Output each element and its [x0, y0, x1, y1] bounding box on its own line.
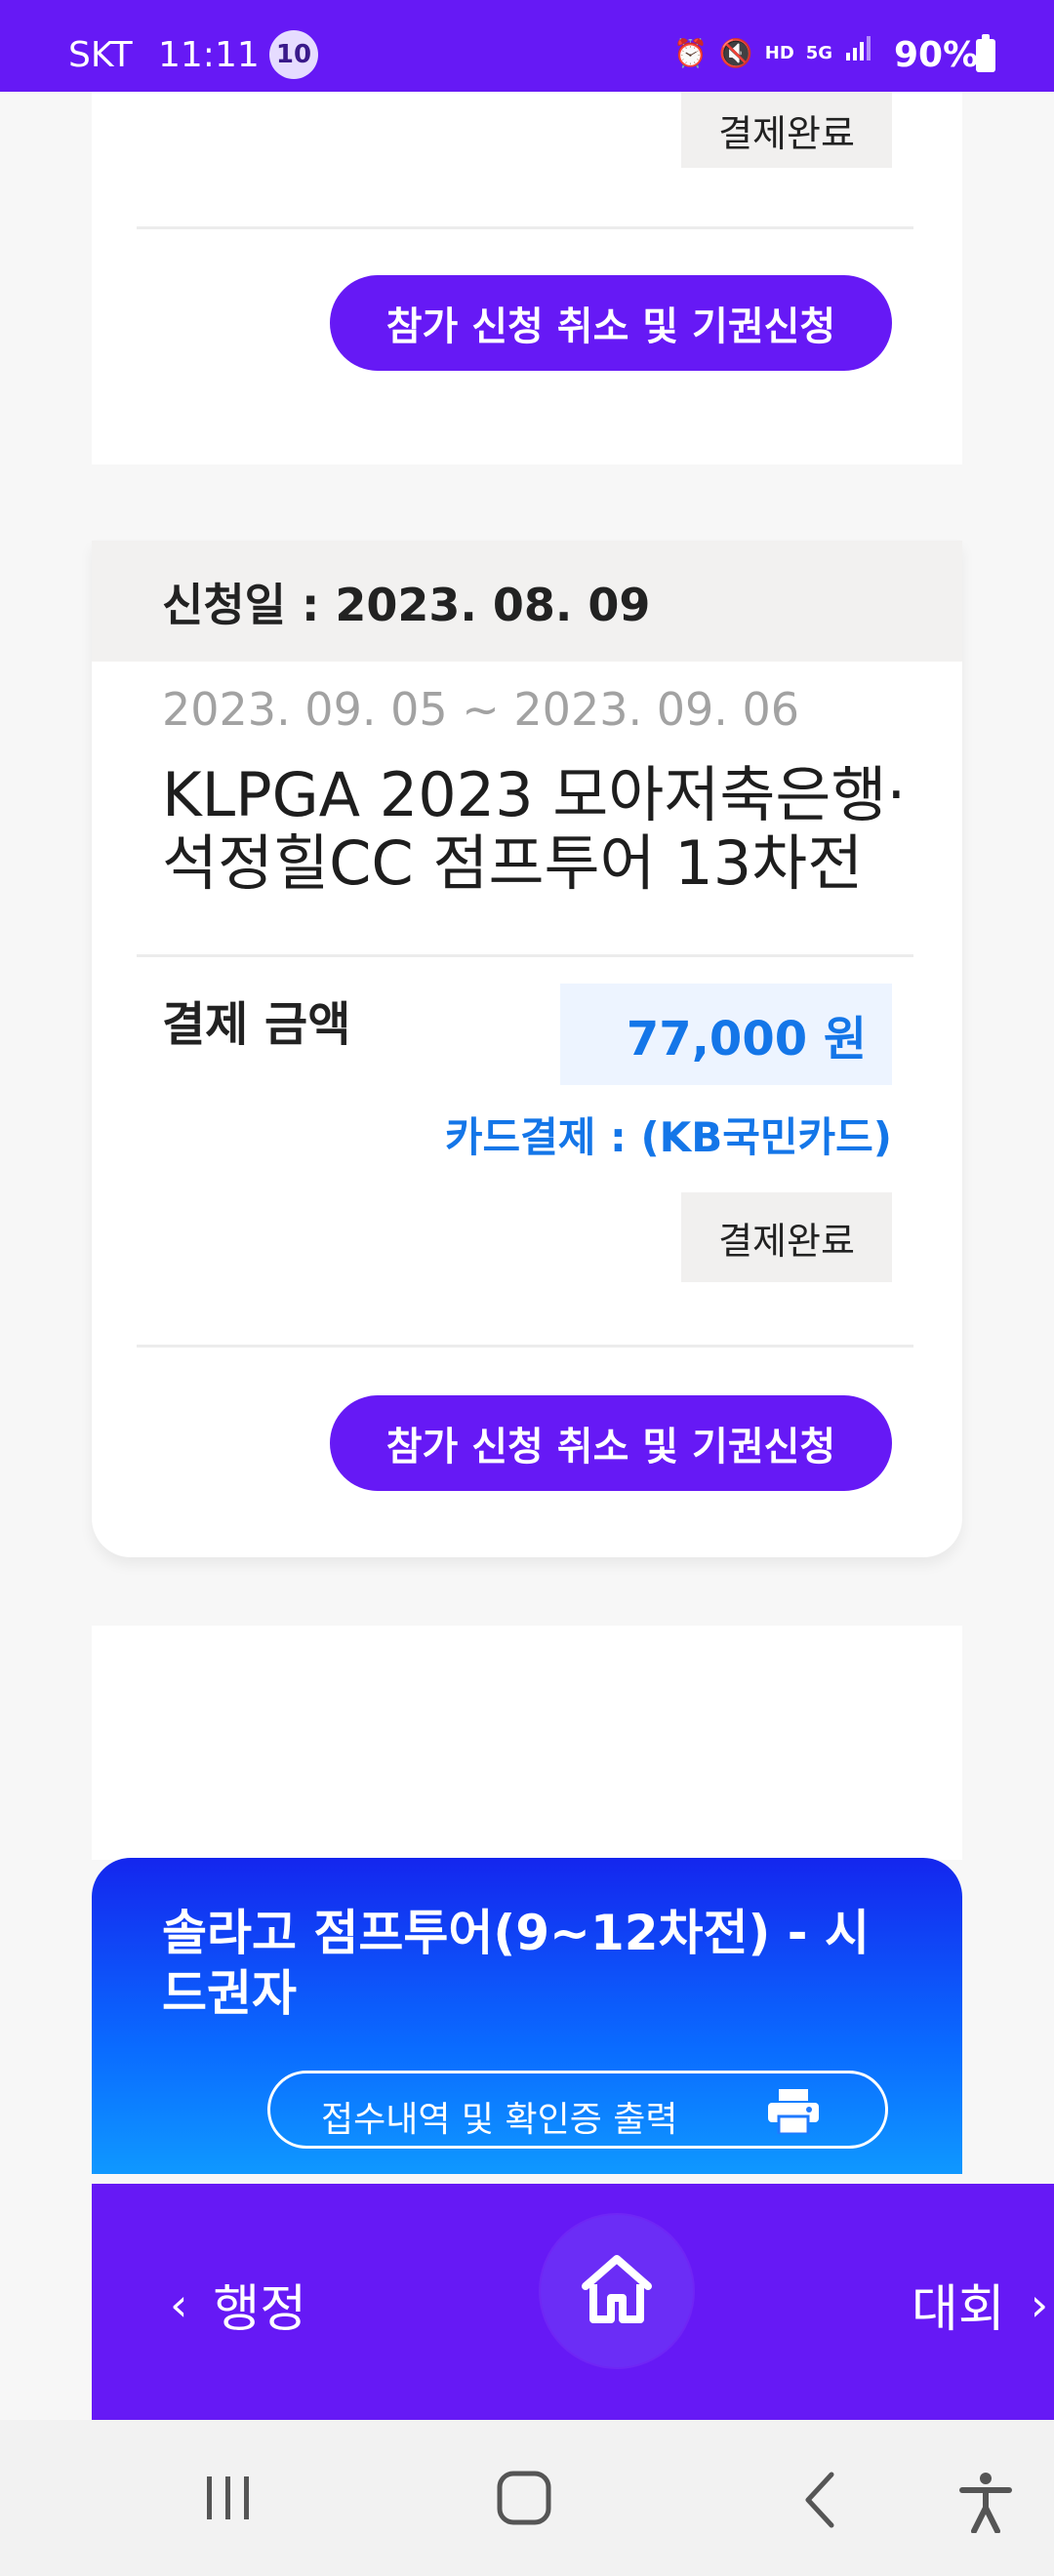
signal-icon: [844, 33, 873, 73]
system-navigation-bar: [0, 2420, 1054, 2576]
clock: 11:11: [158, 35, 260, 75]
printer-icon: [766, 2089, 821, 2138]
print-receipt-button[interactable]: 접수내역 및 확인증 출력: [267, 2071, 888, 2149]
tournament-promo-card: 솔라고 점프투어(9~12차전) - 시드권자 접수내역 및 확인증 출력: [92, 1858, 962, 2174]
5g-icon: 5G: [805, 42, 833, 63]
battery-icon: [976, 34, 995, 72]
application-card: 신청일 : 2023. 08. 09 2023. 09. 05 ~ 2023. …: [92, 541, 962, 1557]
nav-tournament-label: 대회: [912, 2280, 1005, 2339]
cancel-application-button[interactable]: 참가 신청 취소 및 기권신청: [330, 1395, 892, 1491]
empty-card: [92, 1626, 962, 1860]
home-circle-icon[interactable]: [496, 2471, 554, 2529]
mute-icon: 🔇: [718, 36, 753, 69]
home-button[interactable]: [541, 2215, 693, 2367]
payment-method: 카드결제 : (KB국민카드): [444, 1113, 892, 1161]
divider: [137, 954, 913, 957]
divider: [137, 1345, 913, 1348]
amount-value: 77,000 원: [560, 984, 892, 1085]
promo-title[interactable]: 솔라고 점프투어(9~12차전) - 시드권자: [162, 1903, 904, 2024]
notification-badge: 10: [269, 30, 318, 79]
nav-admin-label: 행정: [213, 2280, 307, 2339]
payment-status-badge: 결제완료: [681, 1192, 892, 1282]
divider: [137, 226, 913, 229]
amount-label: 결제 금액: [162, 997, 351, 1052]
nav-tournament[interactable]: 대회 ›: [912, 2268, 1048, 2341]
payment-status-badge: 결제완료: [681, 92, 892, 168]
home-icon: [578, 2253, 656, 2329]
print-button-label: 접수내역 및 확인증 출력: [321, 2100, 678, 2140]
hd-voice-icon: HD: [764, 42, 794, 63]
back-icon[interactable]: [798, 2471, 843, 2533]
chevron-right-icon: ›: [1030, 2277, 1049, 2331]
alarm-icon: ⏰: [673, 36, 708, 69]
apply-date: 신청일 : 2023. 08. 09: [162, 579, 651, 631]
battery-percent: 90%: [894, 35, 979, 75]
status-icons: ⏰ 🔇 HD 5G: [673, 33, 873, 73]
apply-date-header: 신청일 : 2023. 08. 09: [92, 541, 962, 662]
accessibility-icon[interactable]: [958, 2471, 1013, 2537]
nav-admin[interactable]: ‹ 행정: [170, 2268, 306, 2341]
tournament-name[interactable]: KLPGA 2023 모아저축은행·석정힐CC 점프투어 13차전: [162, 761, 923, 898]
bottom-navigation: ‹ 행정 대회 ›: [92, 2184, 1054, 2420]
chevron-left-icon: ‹: [170, 2277, 188, 2331]
application-card-previous: 결제완료 참가 신청 취소 및 기권신청: [92, 92, 962, 464]
recent-apps-icon[interactable]: [201, 2471, 256, 2529]
cancel-application-button[interactable]: 참가 신청 취소 및 기권신청: [330, 275, 892, 371]
status-bar: SKT 11:11 10 ⏰ 🔇 HD 5G 90%: [0, 0, 1054, 92]
tournament-period: 2023. 09. 05 ~ 2023. 09. 06: [162, 683, 800, 736]
carrier-label: SKT: [68, 35, 133, 75]
